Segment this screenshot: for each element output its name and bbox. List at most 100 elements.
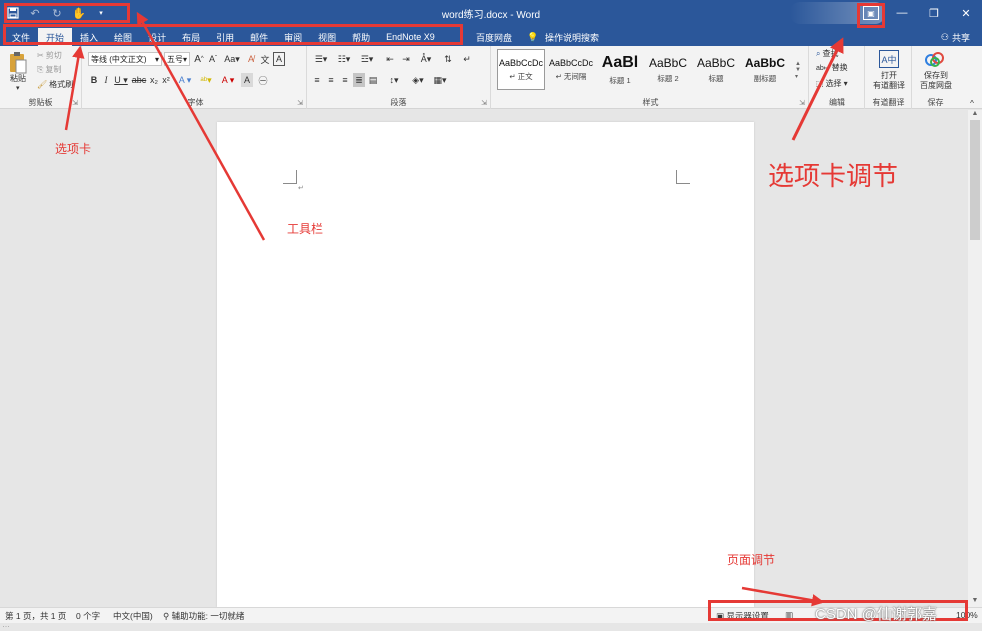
ribbon: 粘贴 ▾ ✂ 剪切 ⎘ 复制 🖌 格式刷 剪贴板 ⇲ 等线 (中文正文) ▾ 五号 ▾ A… [0, 46, 982, 109]
enclose-characters-icon[interactable]: ㊀ [257, 73, 269, 87]
show-marks-icon[interactable]: ↵ [460, 52, 474, 66]
page-adjust-annotation: 页面调节 [727, 553, 776, 567]
clear-formatting-icon[interactable]: A̸ [245, 52, 257, 66]
dropdown-icon: ▾ [154, 54, 159, 64]
page-count[interactable]: 第 1 页，共 1 页 [5, 610, 66, 622]
restore-icon[interactable]: ❐ [918, 0, 950, 26]
tell-me-search[interactable]: 操作说明搜索 [545, 28, 599, 46]
bottom-strip: … [0, 623, 982, 631]
phonetic-guide-icon[interactable]: 文 [259, 52, 271, 66]
increase-indent-icon[interactable]: ⇥ [399, 52, 413, 66]
font-launcher-icon[interactable]: ⇲ [297, 99, 303, 107]
scissors-icon: ✂ [37, 51, 44, 60]
document-page[interactable]: ↵ [217, 122, 754, 607]
style-heading-2[interactable]: AaBbC 标题 2 [645, 49, 691, 90]
language-status[interactable]: 中文(中国) [113, 610, 153, 622]
youdao-group-label: 有道翻译 [872, 98, 905, 107]
shrink-font-icon[interactable]: Aˇ [207, 52, 219, 66]
paste-button[interactable]: 粘贴 [10, 73, 26, 84]
style-title[interactable]: AaBbC 标题 [693, 49, 739, 90]
format-painter-button[interactable]: 🖌 格式刷 [37, 79, 73, 90]
close-icon[interactable]: ✕ [950, 0, 982, 26]
character-border-icon[interactable]: A [273, 52, 285, 66]
copy-button[interactable]: ⎘ 复制 [37, 64, 61, 75]
paragraph-group-label: 段落 [390, 98, 407, 107]
dropdown-icon: ▾ [183, 54, 188, 64]
chinese-layout-icon[interactable]: A̽▾ [417, 52, 435, 66]
minimize-icon[interactable]: — [886, 0, 918, 26]
superscript-icon[interactable]: x² [161, 73, 171, 87]
collapse-ribbon-icon[interactable]: ^ [966, 96, 978, 110]
share-label: 共享 [951, 32, 970, 43]
style-subtitle[interactable]: AaBbC 副标题 [741, 49, 789, 90]
decrease-indent-icon[interactable]: ⇤ [383, 52, 397, 66]
find-button[interactable]: ⌕ 查找 [816, 48, 838, 59]
tab-adjust-highlight-box [857, 3, 885, 28]
highlight-icon[interactable]: ᵃᵇ▾ [197, 73, 215, 87]
bullets-icon[interactable]: ☰▾ [311, 52, 331, 66]
borders-icon[interactable]: ▦▾ [431, 73, 449, 87]
style-normal[interactable]: AaBbCcDc ↵ 正文 [497, 49, 545, 90]
open-youdao-translate-button[interactable]: 打开 有道翻译 [869, 71, 909, 91]
replace-icon: ab↦ [816, 64, 830, 72]
dropdown-icon: ▾ [843, 79, 848, 88]
vertical-scrollbar[interactable]: ▲ ▼ [968, 110, 982, 607]
line-spacing-icon[interactable]: ↕▾ [385, 73, 403, 87]
font-name-combo[interactable]: 等线 (中文正文) ▾ [88, 52, 162, 66]
font-size-combo[interactable]: 五号 ▾ [164, 52, 190, 66]
save-to-baidu-button[interactable]: 保存到 百度网盘 [915, 71, 957, 91]
copy-icon: ⎘ [37, 64, 44, 74]
cut-button[interactable]: ✂ 剪切 [37, 50, 62, 61]
distribute-icon[interactable]: ▤ [367, 73, 379, 87]
strikethrough-icon[interactable]: abc [132, 73, 147, 87]
change-case-icon[interactable]: Aa▾ [223, 52, 241, 66]
font-color-icon[interactable]: A ▾ [219, 73, 237, 87]
align-left-icon[interactable]: ≡ [311, 73, 323, 87]
align-right-icon[interactable]: ≡ [339, 73, 351, 87]
numbering-icon[interactable]: ☷▾ [334, 52, 354, 66]
underline-icon[interactable]: U ▾ [113, 73, 129, 87]
style-heading-1[interactable]: AaBl 标题 1 [597, 49, 643, 90]
align-center-icon[interactable]: ≡ [325, 73, 337, 87]
clipboard-launcher-icon[interactable]: ⇲ [72, 99, 78, 107]
italic-icon[interactable]: I [101, 73, 111, 87]
share-button[interactable]: ⚇ 共享 [941, 28, 970, 46]
tab-baidu-netdisk[interactable]: 百度网盘 [476, 28, 512, 46]
paste-dropdown-icon[interactable]: ▾ [16, 84, 20, 92]
baidu-cloud-icon[interactable] [925, 50, 945, 68]
scroll-down-icon[interactable]: ▼ [968, 597, 982, 607]
window-controls: — ❐ ✕ [886, 0, 982, 26]
style-no-spacing[interactable]: AaBbCcDc ↵ 无间隔 [547, 49, 595, 90]
text-effects-icon[interactable]: A ▾ [177, 73, 193, 87]
select-icon: ⬚ [816, 79, 824, 88]
character-shading-icon[interactable]: A [241, 73, 253, 87]
styles-scroll-icon[interactable]: ▲ ▼ ▾ [793, 50, 803, 90]
grow-font-icon[interactable]: A ^ [193, 52, 205, 66]
multilevel-list-icon[interactable]: ☲▾ [357, 52, 377, 66]
subscript-icon[interactable]: x₂ [149, 73, 159, 87]
paragraph-group: ☰▾ ☷▾ ☲▾ ⇤ ⇥ A̽▾ ⇅ ↵ ≡ ≡ ≡ ≣ ▤ ↕▾ ◈▾ ▦▾ … [307, 46, 491, 109]
editing-group-label: 编辑 [829, 98, 845, 107]
justify-icon[interactable]: ≣ [353, 73, 365, 87]
select-button[interactable]: ⬚ 选择 ▾ [816, 78, 848, 89]
paragraph-launcher-icon[interactable]: ⇲ [481, 99, 487, 107]
word-count[interactable]: 0 个字 [76, 610, 100, 622]
translate-icon[interactable]: A中 [879, 50, 899, 68]
sort-icon[interactable]: ⇅ [441, 52, 455, 66]
styles-launcher-icon[interactable]: ⇲ [799, 99, 805, 107]
scroll-up-icon[interactable]: ▲ [968, 110, 982, 120]
font-group: 等线 (中文正文) ▾ 五号 ▾ A ^ Aˇ Aa▾ A̸ 文 A B I U ▾ … [85, 46, 307, 109]
person-icon: ⚇ [940, 31, 949, 42]
tabs-annotation: 选项卡 [55, 142, 92, 156]
font-group-label: 字体 [187, 98, 204, 107]
scrollbar-thumb[interactable] [970, 120, 980, 240]
bold-icon[interactable]: B [89, 73, 99, 87]
toolbar-annotation: 工具栏 [287, 222, 324, 236]
replace-button[interactable]: ab↦ 替换 [816, 62, 848, 73]
word-window: ↶ ↻ ✋ ▾ word练习.docx - Word ▣ — ❐ ✕ 文件 开始… [0, 0, 982, 631]
accessibility-status[interactable]: ⚲ 辅助功能: 一切就绪 [163, 610, 244, 622]
save-group: 保存到 百度网盘 保存 [913, 46, 958, 109]
title-bar: ↶ ↻ ✋ ▾ word练习.docx - Word ▣ — ❐ ✕ [0, 0, 982, 26]
shading-icon[interactable]: ◈▾ [409, 73, 427, 87]
lightbulb-icon[interactable]: 💡 [527, 28, 538, 46]
